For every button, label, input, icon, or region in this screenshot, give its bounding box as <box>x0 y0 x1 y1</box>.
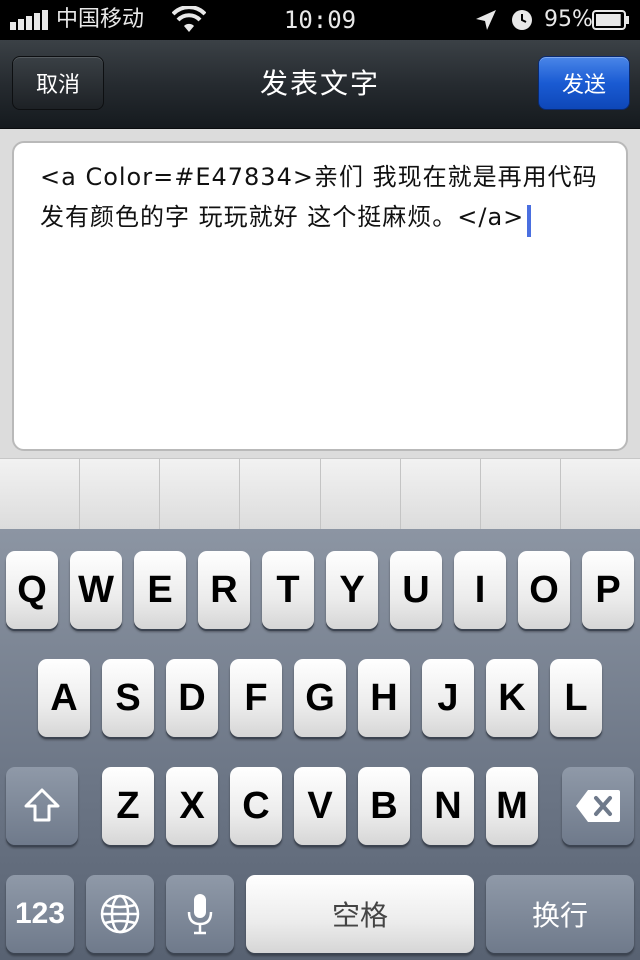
key-s[interactable]: S <box>102 659 154 737</box>
send-button[interactable]: 发送 <box>538 56 630 110</box>
key-a[interactable]: A <box>38 659 90 737</box>
globe-icon <box>100 894 140 934</box>
text-cursor <box>527 204 532 237</box>
globe-key[interactable] <box>86 875 154 953</box>
carrier-name: 中国移动 <box>56 7 145 32</box>
key-b[interactable]: B <box>358 767 410 845</box>
key-z[interactable]: Z <box>102 767 154 845</box>
status-bar: 中国移动 10:09 95% <box>0 0 640 40</box>
key-l[interactable]: L <box>550 659 602 737</box>
key-n[interactable]: N <box>422 767 474 845</box>
key-m[interactable]: M <box>486 767 538 845</box>
key-o[interactable]: O <box>518 551 570 629</box>
key-x[interactable]: X <box>166 767 218 845</box>
candidate-slot[interactable] <box>400 459 481 529</box>
key-i[interactable]: I <box>454 551 506 629</box>
candidate-slot[interactable] <box>160 459 241 529</box>
candidate-slot[interactable] <box>240 459 321 529</box>
compose-area: <a Color=#E47834>亲们 我现在就是再用代码发有颜色的字 玩玩就好… <box>0 129 640 458</box>
candidate-slot[interactable] <box>80 459 161 529</box>
wifi-icon <box>172 6 206 32</box>
candidate-slot[interactable] <box>560 459 640 529</box>
key-w[interactable]: W <box>70 551 122 629</box>
numbers-key[interactable]: 123 <box>6 875 74 953</box>
key-e[interactable]: E <box>134 551 186 629</box>
microphone-icon <box>187 894 213 935</box>
candidate-slot[interactable] <box>480 459 561 529</box>
status-time: 10:09 <box>283 6 357 34</box>
candidate-slot[interactable] <box>320 459 401 529</box>
shift-icon <box>24 788 60 822</box>
key-f[interactable]: F <box>230 659 282 737</box>
key-c[interactable]: C <box>230 767 282 845</box>
compose-text: <a Color=#E47834>亲们 我现在就是再用代码发有颜色的字 玩玩就好… <box>40 163 598 231</box>
battery-percent: 95% <box>544 7 593 32</box>
key-t[interactable]: T <box>262 551 314 629</box>
key-h[interactable]: H <box>358 659 410 737</box>
key-k[interactable]: K <box>486 659 538 737</box>
candidate-bar <box>0 458 640 530</box>
location-arrow-icon <box>476 10 496 30</box>
dictation-key[interactable] <box>166 875 234 953</box>
space-key[interactable]: 空格 <box>246 875 474 953</box>
navigation-bar: 取消 发表文字 发送 <box>0 40 640 129</box>
alarm-clock-icon <box>512 10 532 30</box>
key-v[interactable]: V <box>294 767 346 845</box>
key-u[interactable]: U <box>390 551 442 629</box>
cancel-button[interactable]: 取消 <box>12 56 104 110</box>
key-j[interactable]: J <box>422 659 474 737</box>
key-p[interactable]: P <box>582 551 634 629</box>
compose-text-field[interactable]: <a Color=#E47834>亲们 我现在就是再用代码发有颜色的字 玩玩就好… <box>12 141 628 451</box>
key-y[interactable]: Y <box>326 551 378 629</box>
key-g[interactable]: G <box>294 659 346 737</box>
page-title: 发表文字 <box>259 67 380 100</box>
battery-icon <box>592 10 629 30</box>
delete-key[interactable] <box>562 767 634 845</box>
return-key[interactable]: 换行 <box>486 875 634 953</box>
key-q[interactable]: Q <box>6 551 58 629</box>
signal-strength-icon <box>10 10 50 30</box>
keyboard: Q W E R T Y U I O P A S D F G H J K L Z … <box>0 529 640 960</box>
shift-key[interactable] <box>6 767 78 845</box>
key-r[interactable]: R <box>198 551 250 629</box>
backspace-icon <box>576 790 620 822</box>
key-d[interactable]: D <box>166 659 218 737</box>
candidate-slot[interactable] <box>0 459 81 529</box>
